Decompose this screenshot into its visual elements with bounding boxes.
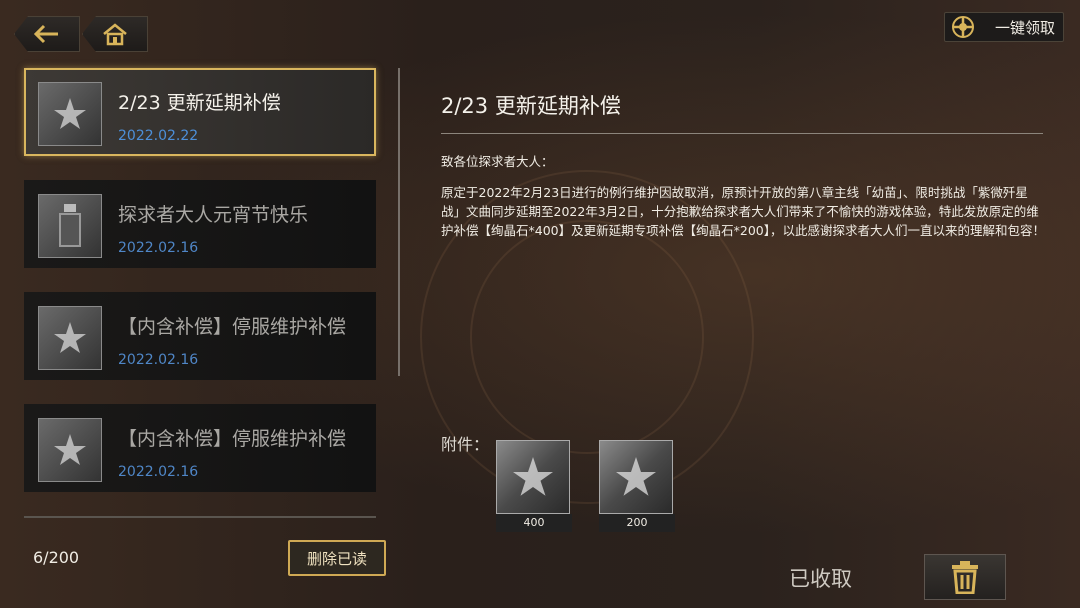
- mail-title: 2/23 更新延期补偿: [118, 92, 281, 114]
- claim-all-icon: [952, 16, 974, 38]
- delete-read-button[interactable]: 删除已读: [288, 540, 386, 576]
- star-emblem-icon: [38, 306, 102, 370]
- detail-greeting: 致各位探求者大人：: [441, 154, 554, 169]
- mail-title: 【内含补偿】停服维护补偿: [118, 316, 347, 338]
- mail-list: 2/23 更新延期补偿 2022.02.22 探求者大人元宵节快乐 2022.0…: [24, 68, 376, 516]
- claim-all-label: 一键领取: [995, 18, 1056, 37]
- detail-divider: [441, 133, 1043, 134]
- mail-title: 探求者大人元宵节快乐: [118, 204, 309, 226]
- home-icon: [103, 23, 127, 46]
- crystal-icon: [496, 440, 570, 514]
- star-emblem-icon: [38, 418, 102, 482]
- list-scrollbar[interactable]: [398, 68, 400, 376]
- trash-icon: [952, 561, 978, 594]
- mail-date: 2022.02.16: [118, 464, 199, 480]
- attachment-item-2[interactable]: 200: [599, 440, 675, 532]
- back-arrow-icon: [33, 24, 58, 44]
- attachment-quantity: 400: [496, 514, 572, 532]
- mail-list-item-1[interactable]: 2/23 更新延期补偿 2022.02.22: [24, 68, 376, 156]
- mail-title: 【内含补偿】停服维护补偿: [118, 428, 347, 450]
- crystal-icon: [599, 440, 673, 514]
- detail-body: 原定于2022年2月23日进行的例行维护因故取消，原预计开放的第八章主线「幼苗」…: [441, 185, 1045, 238]
- claim-all-button[interactable]: 一键领取: [944, 12, 1064, 42]
- attachments-label: 附件：: [441, 435, 490, 454]
- delete-mail-button[interactable]: [924, 554, 1006, 600]
- attachment-item-1[interactable]: 400: [496, 440, 572, 532]
- mail-date: 2022.02.22: [118, 128, 199, 144]
- mail-count: 6/200: [33, 548, 80, 567]
- home-button[interactable]: [82, 16, 148, 52]
- background-circle-inner: [470, 220, 704, 454]
- mail-date: 2022.02.16: [118, 240, 199, 256]
- attachment-quantity: 200: [599, 514, 675, 532]
- mail-list-item-3[interactable]: 【内含补偿】停服维护补偿 2022.02.16: [24, 292, 376, 380]
- mail-list-item-4[interactable]: 【内含补偿】停服维护补偿 2022.02.16: [24, 404, 376, 492]
- bottle-icon: [38, 194, 102, 258]
- star-emblem-icon: [38, 82, 102, 146]
- detail-title: 2/23 更新延期补偿: [441, 94, 621, 118]
- claimed-status: 已收取: [789, 567, 852, 591]
- back-button[interactable]: [14, 16, 80, 52]
- mail-list-item-2[interactable]: 探求者大人元宵节快乐 2022.02.16: [24, 180, 376, 268]
- list-divider: [24, 516, 376, 518]
- mail-date: 2022.02.16: [118, 352, 199, 368]
